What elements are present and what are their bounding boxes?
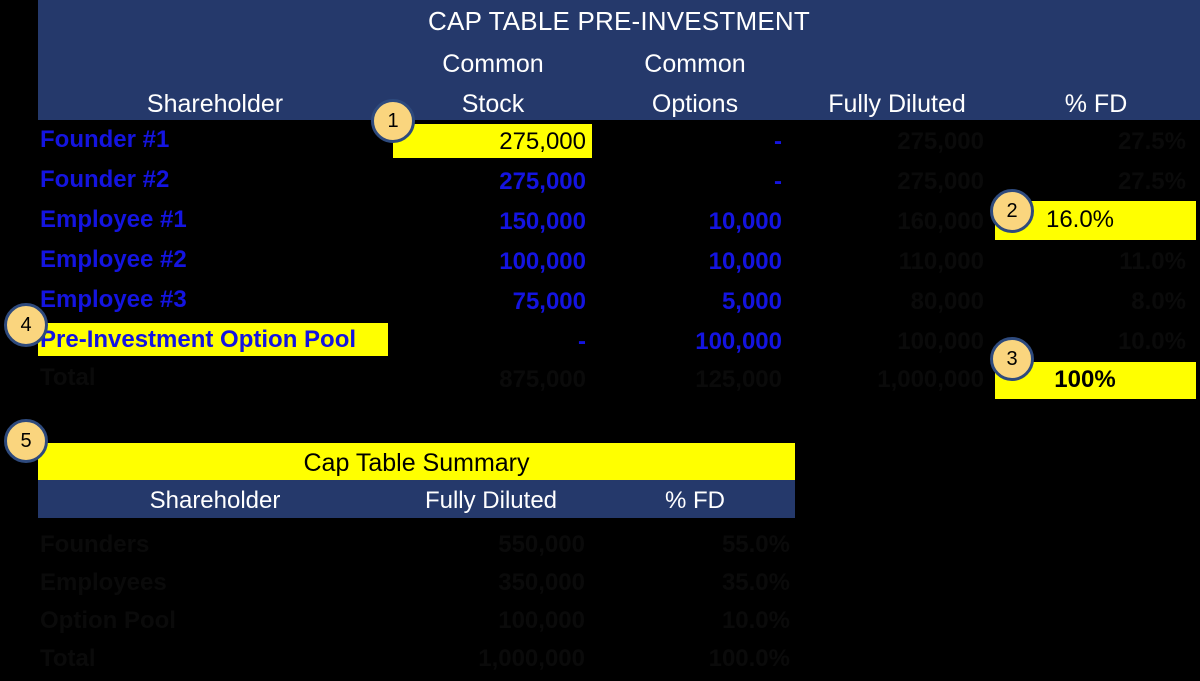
table-row-fully-diluted: 275,000 — [897, 128, 984, 155]
summary-title: Cap Table Summary — [303, 449, 530, 477]
column-header-common-stock-line2: Stock — [461, 90, 525, 118]
table-row-pct-fd: 8.0% — [1131, 288, 1186, 315]
callout-badge-4[interactable]: 4 — [4, 303, 48, 347]
callout-badge-3[interactable]: 3 — [990, 337, 1034, 381]
table-row-fully-diluted: 110,000 — [898, 248, 984, 275]
table-row-common-options: 100,000 — [695, 328, 782, 355]
summary-column-header-pct-fd: % FD — [665, 487, 725, 514]
table-total-common-options: 125,000 — [695, 366, 782, 393]
table-row-pct-fd: 27.5% — [1117, 128, 1186, 155]
table-row-shareholder: Founder #2 — [40, 166, 170, 193]
table-row-common-stock: 275,000 — [499, 128, 586, 155]
summary-column-header-fully-diluted: Fully Diluted — [424, 487, 558, 514]
column-header-shareholder: Shareholder — [146, 90, 284, 118]
table-row-common-options: 5,000 — [721, 288, 782, 315]
table-row-fully-diluted: 100,000 — [897, 328, 984, 355]
summary-total-pct-fd: 100.0% — [708, 645, 790, 672]
summary-row-pct-fd: 35.0% — [721, 569, 790, 596]
summary-row-fully-diluted: 550,000 — [498, 531, 585, 558]
summary-row-shareholder: Founders — [40, 531, 150, 558]
table-total-common-stock: 875,000 — [499, 366, 586, 393]
column-header-fully-diluted: Fully Diluted — [828, 90, 966, 118]
table-total-fully-diluted: 1,000,000 — [877, 366, 984, 393]
table-row-common-stock: 275,000 — [499, 168, 586, 195]
summary-row-fully-diluted: 350,000 — [498, 569, 585, 596]
slide-canvas: CAP TABLE PRE-INVESTMENT Common Stock Co… — [0, 0, 1200, 681]
column-header-common-stock-line1: Common — [442, 50, 544, 78]
table-row-pct-fd: 27.5% — [1117, 168, 1186, 195]
summary-row-pct-fd: 10.0% — [721, 607, 790, 634]
table-row-shareholder: Employee #1 — [40, 206, 187, 233]
column-header-common-options-line2: Options — [651, 90, 739, 118]
table-row-shareholder: Founder #1 — [40, 126, 170, 153]
summary-row-shareholder: Option Pool — [40, 607, 176, 634]
summary-row-shareholder: Employees — [40, 569, 167, 596]
table-row-common-stock: 150,000 — [499, 208, 586, 235]
callout-badge-5[interactable]: 5 — [4, 419, 48, 463]
main-table-title: CAP TABLE PRE-INVESTMENT — [428, 6, 810, 36]
table-row-common-stock: - — [578, 328, 586, 355]
table-row-fully-diluted: 80,000 — [910, 288, 984, 315]
callout-badge-2[interactable]: 2 — [990, 189, 1034, 233]
table-row-fully-diluted: 160,000 — [897, 208, 984, 235]
table-row-common-options: - — [774, 128, 782, 155]
table-row-fully-diluted: 275,000 — [897, 168, 984, 195]
table-total-row-label: Total — [40, 364, 96, 391]
table-row-common-options: 10,000 — [708, 248, 782, 275]
summary-row-fully-diluted: 100,000 — [498, 607, 585, 634]
table-row-common-stock: 100,000 — [499, 248, 586, 275]
summary-total-fully-diluted: 1,000,000 — [478, 645, 585, 672]
table-total-pct-fd: 100% — [1054, 366, 1116, 393]
table-row-common-options: 10,000 — [708, 208, 782, 235]
summary-column-header-shareholder: Shareholder — [149, 487, 281, 514]
summary-row-pct-fd: 55.0% — [721, 531, 790, 558]
table-row-pct-fd: 16.0% — [1045, 206, 1115, 233]
summary-total-row-label: Total — [40, 645, 96, 672]
column-header-common-options-line1: Common — [644, 50, 746, 78]
table-row-common-options: - — [774, 168, 782, 195]
callout-badge-1[interactable]: 1 — [371, 99, 415, 143]
table-row-common-stock: 75,000 — [512, 288, 586, 315]
column-header-pct-fd: % FD — [1064, 90, 1128, 118]
table-row-shareholder: Employee #2 — [40, 246, 187, 273]
table-row-shareholder: Pre-Investment Option Pool — [40, 326, 357, 353]
table-row-pct-fd: 11.0% — [1119, 248, 1186, 275]
table-row-shareholder: Employee #3 — [40, 286, 187, 313]
